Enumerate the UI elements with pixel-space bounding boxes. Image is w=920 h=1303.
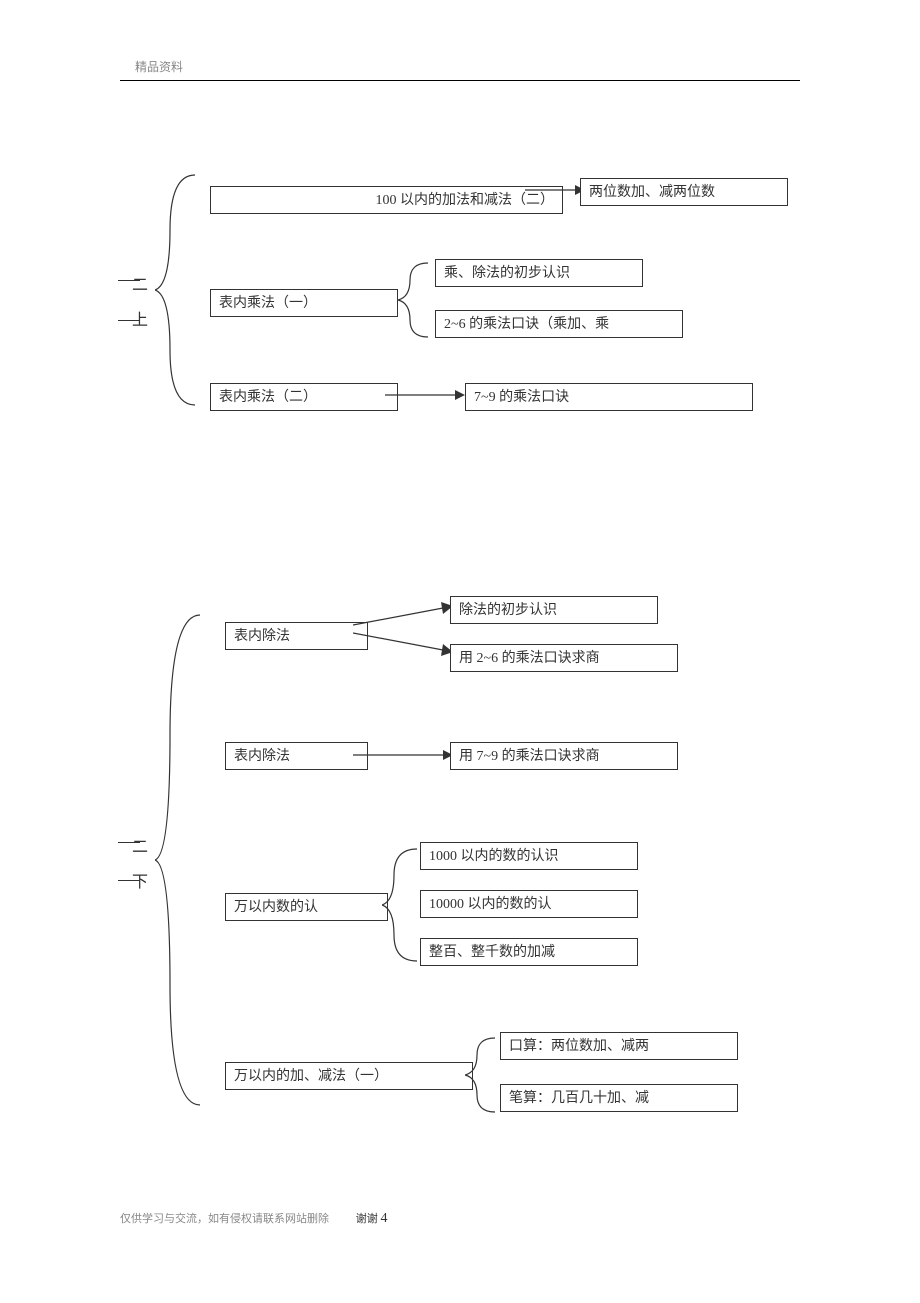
s2-row4-right-b-text: 笔算：几百几十加、减 bbox=[509, 1091, 649, 1106]
s2-row4-right-a: 口算：两位数加、减两 bbox=[500, 1032, 738, 1060]
section2-label-b: 下 bbox=[132, 874, 148, 891]
s2-row3-right-b-text: 10000 以内的数的认 bbox=[429, 897, 552, 912]
section2-label: 二 下 bbox=[128, 830, 152, 900]
header-rule bbox=[120, 80, 800, 81]
section2-guide-b bbox=[118, 880, 140, 881]
s2-row2-arrow bbox=[353, 745, 453, 765]
s1-row2-main: 表内乘法（一） bbox=[210, 289, 398, 317]
s1-row1-arrow bbox=[525, 180, 585, 200]
s2-row3-right-a-text: 1000 以内的数的认识 bbox=[429, 849, 559, 864]
s2-row1-arrow-a bbox=[353, 600, 453, 630]
s2-row1-main-text: 表内除法 bbox=[234, 629, 290, 644]
s2-row2-right: 用 7~9 的乘法口诀求商 bbox=[450, 742, 678, 770]
s2-row4-main: 万以内的加、减法（一） bbox=[225, 1062, 473, 1090]
section1-label: 二 上 bbox=[128, 268, 152, 338]
s1-row2-right-a: 乘、除法的初步认识 bbox=[435, 259, 643, 287]
s2-row1-arrow-b bbox=[353, 628, 453, 658]
s1-row1-right-text: 两位数加、减两位数 bbox=[589, 185, 715, 200]
s1-row2-brace bbox=[398, 260, 428, 340]
footer-left: 仅供学习与交流，如有侵权请联系网站删除 bbox=[120, 1213, 329, 1225]
s2-row3-right-c-text: 整百、整千数的加减 bbox=[429, 945, 555, 960]
s1-row3-main-text: 表内乘法（二） bbox=[219, 390, 317, 405]
s1-row1-right: 两位数加、减两位数 bbox=[580, 178, 788, 206]
s2-row2-right-text: 用 7~9 的乘法口诀求商 bbox=[459, 749, 600, 764]
section1-guide-a bbox=[118, 280, 140, 281]
s2-row1-right-a: 除法的初步认识 bbox=[450, 596, 658, 624]
s1-row3-arrow bbox=[385, 385, 465, 405]
s1-row2-main-text: 表内乘法（一） bbox=[219, 296, 317, 311]
page-number: 4 bbox=[381, 1211, 388, 1226]
s2-row3-right-b: 10000 以内的数的认 bbox=[420, 890, 638, 918]
s2-row4-brace bbox=[465, 1035, 495, 1115]
s2-row4-right-a-text: 口算：两位数加、减两 bbox=[509, 1039, 649, 1054]
section1-brace bbox=[155, 170, 195, 410]
s1-row3-right: 7~9 的乘法口诀 bbox=[465, 383, 753, 411]
s1-row3-main: 表内乘法（二） bbox=[210, 383, 398, 411]
s1-row2-right-b: 2~6 的乘法口诀（乘加、乘 bbox=[435, 310, 683, 338]
section1-guide-b bbox=[118, 320, 140, 321]
s2-row1-right-a-text: 除法的初步认识 bbox=[459, 603, 557, 618]
page-footer: 仅供学习与交流，如有侵权请联系网站删除 谢谢 4 bbox=[120, 1210, 388, 1227]
footer-thanks: 谢谢 bbox=[356, 1213, 378, 1225]
s2-row3-right-a: 1000 以内的数的认识 bbox=[420, 842, 638, 870]
s2-row4-right-b: 笔算：几百几十加、减 bbox=[500, 1084, 738, 1112]
page-header: 精品资料 bbox=[135, 58, 183, 75]
s2-row3-right-c: 整百、整千数的加减 bbox=[420, 938, 638, 966]
s2-row1-right-b: 用 2~6 的乘法口诀求商 bbox=[450, 644, 678, 672]
section2-guide-a bbox=[118, 842, 140, 843]
s2-row2-main: 表内除法 bbox=[225, 742, 368, 770]
s1-row3-right-text: 7~9 的乘法口诀 bbox=[474, 390, 569, 405]
s2-row4-main-text: 万以内的加、减法（一） bbox=[234, 1069, 388, 1084]
s2-row1-right-b-text: 用 2~6 的乘法口诀求商 bbox=[459, 651, 600, 666]
s1-row1-main: 100 以内的加法和减法（二） bbox=[210, 186, 563, 214]
s1-row2-right-a-text: 乘、除法的初步认识 bbox=[444, 266, 570, 281]
s2-row1-main: 表内除法 bbox=[225, 622, 368, 650]
s2-row3-brace bbox=[382, 845, 417, 965]
s2-row2-main-text: 表内除法 bbox=[234, 749, 290, 764]
s2-row3-main-text: 万以内数的认 bbox=[234, 900, 318, 915]
section2-brace bbox=[155, 610, 200, 1110]
s2-row3-main: 万以内数的认 bbox=[225, 893, 388, 921]
s1-row2-right-b-text: 2~6 的乘法口诀（乘加、乘 bbox=[444, 317, 609, 332]
